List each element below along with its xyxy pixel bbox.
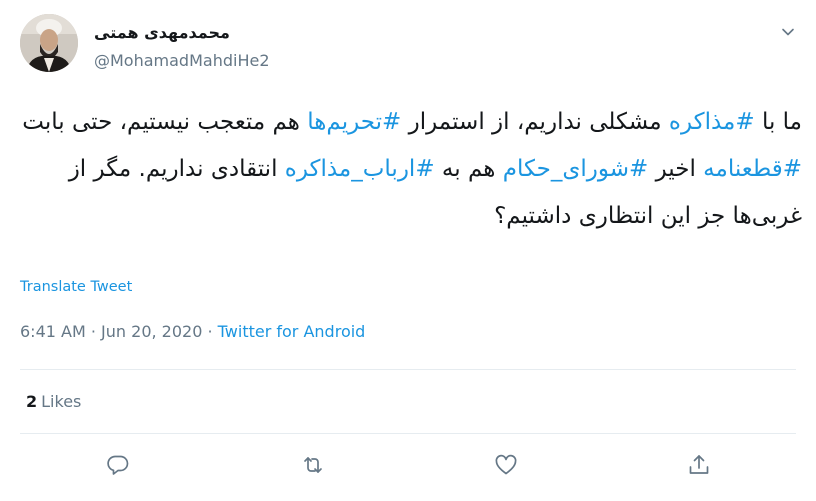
- divider: [20, 369, 796, 370]
- user-handle[interactable]: @MohamadMahdiHe2: [94, 51, 270, 70]
- tweet-text-segment: هم به: [434, 156, 503, 182]
- tweet-metadata: 6:41 AM · Jun 20, 2020 · Twitter for And…: [20, 322, 365, 341]
- avatar[interactable]: [20, 14, 78, 72]
- divider: [20, 433, 796, 434]
- tweet-text-segment: اخیر: [648, 156, 704, 182]
- tweet-actions: [0, 452, 816, 484]
- heart-icon[interactable]: [493, 452, 519, 478]
- hashtag-link[interactable]: #مذاکره: [669, 109, 755, 135]
- tweet-text: ما با #مذاکره مشکلی نداریم، از استمرار #…: [20, 99, 802, 240]
- hashtag-link[interactable]: #ارباب_مذاکره: [285, 156, 435, 182]
- chevron-down-icon[interactable]: [780, 24, 796, 40]
- tweet-text-segment: هم متعجب نیستیم، حتی بابت: [22, 109, 308, 135]
- retweet-icon[interactable]: [300, 452, 326, 478]
- likes-count[interactable]: 2 Likes: [26, 392, 81, 411]
- likes-number: 2: [26, 392, 38, 411]
- tweet-text-segment: مشکلی نداریم، از استمرار: [401, 109, 669, 135]
- tweet-time[interactable]: 6:41 AM: [20, 322, 86, 341]
- reply-icon[interactable]: [105, 452, 131, 478]
- translate-tweet-link[interactable]: Translate Tweet: [20, 279, 132, 295]
- hashtag-link[interactable]: #شورای_حکام: [503, 156, 649, 182]
- display-name[interactable]: محمدمهدی همتی: [94, 23, 230, 42]
- tweet-source-link[interactable]: Twitter for Android: [218, 322, 366, 341]
- meta-separator: ·: [207, 322, 213, 341]
- likes-label: Likes: [41, 392, 82, 411]
- tweet-date[interactable]: Jun 20, 2020: [101, 322, 202, 341]
- meta-separator: ·: [90, 322, 96, 341]
- share-icon[interactable]: [686, 452, 712, 478]
- hashtag-link[interactable]: #تحریم‌ها: [307, 109, 401, 135]
- hashtag-link[interactable]: #قطعنامه: [703, 156, 802, 182]
- avatar-image: [20, 14, 78, 72]
- tweet-text-segment: ما با: [754, 109, 802, 135]
